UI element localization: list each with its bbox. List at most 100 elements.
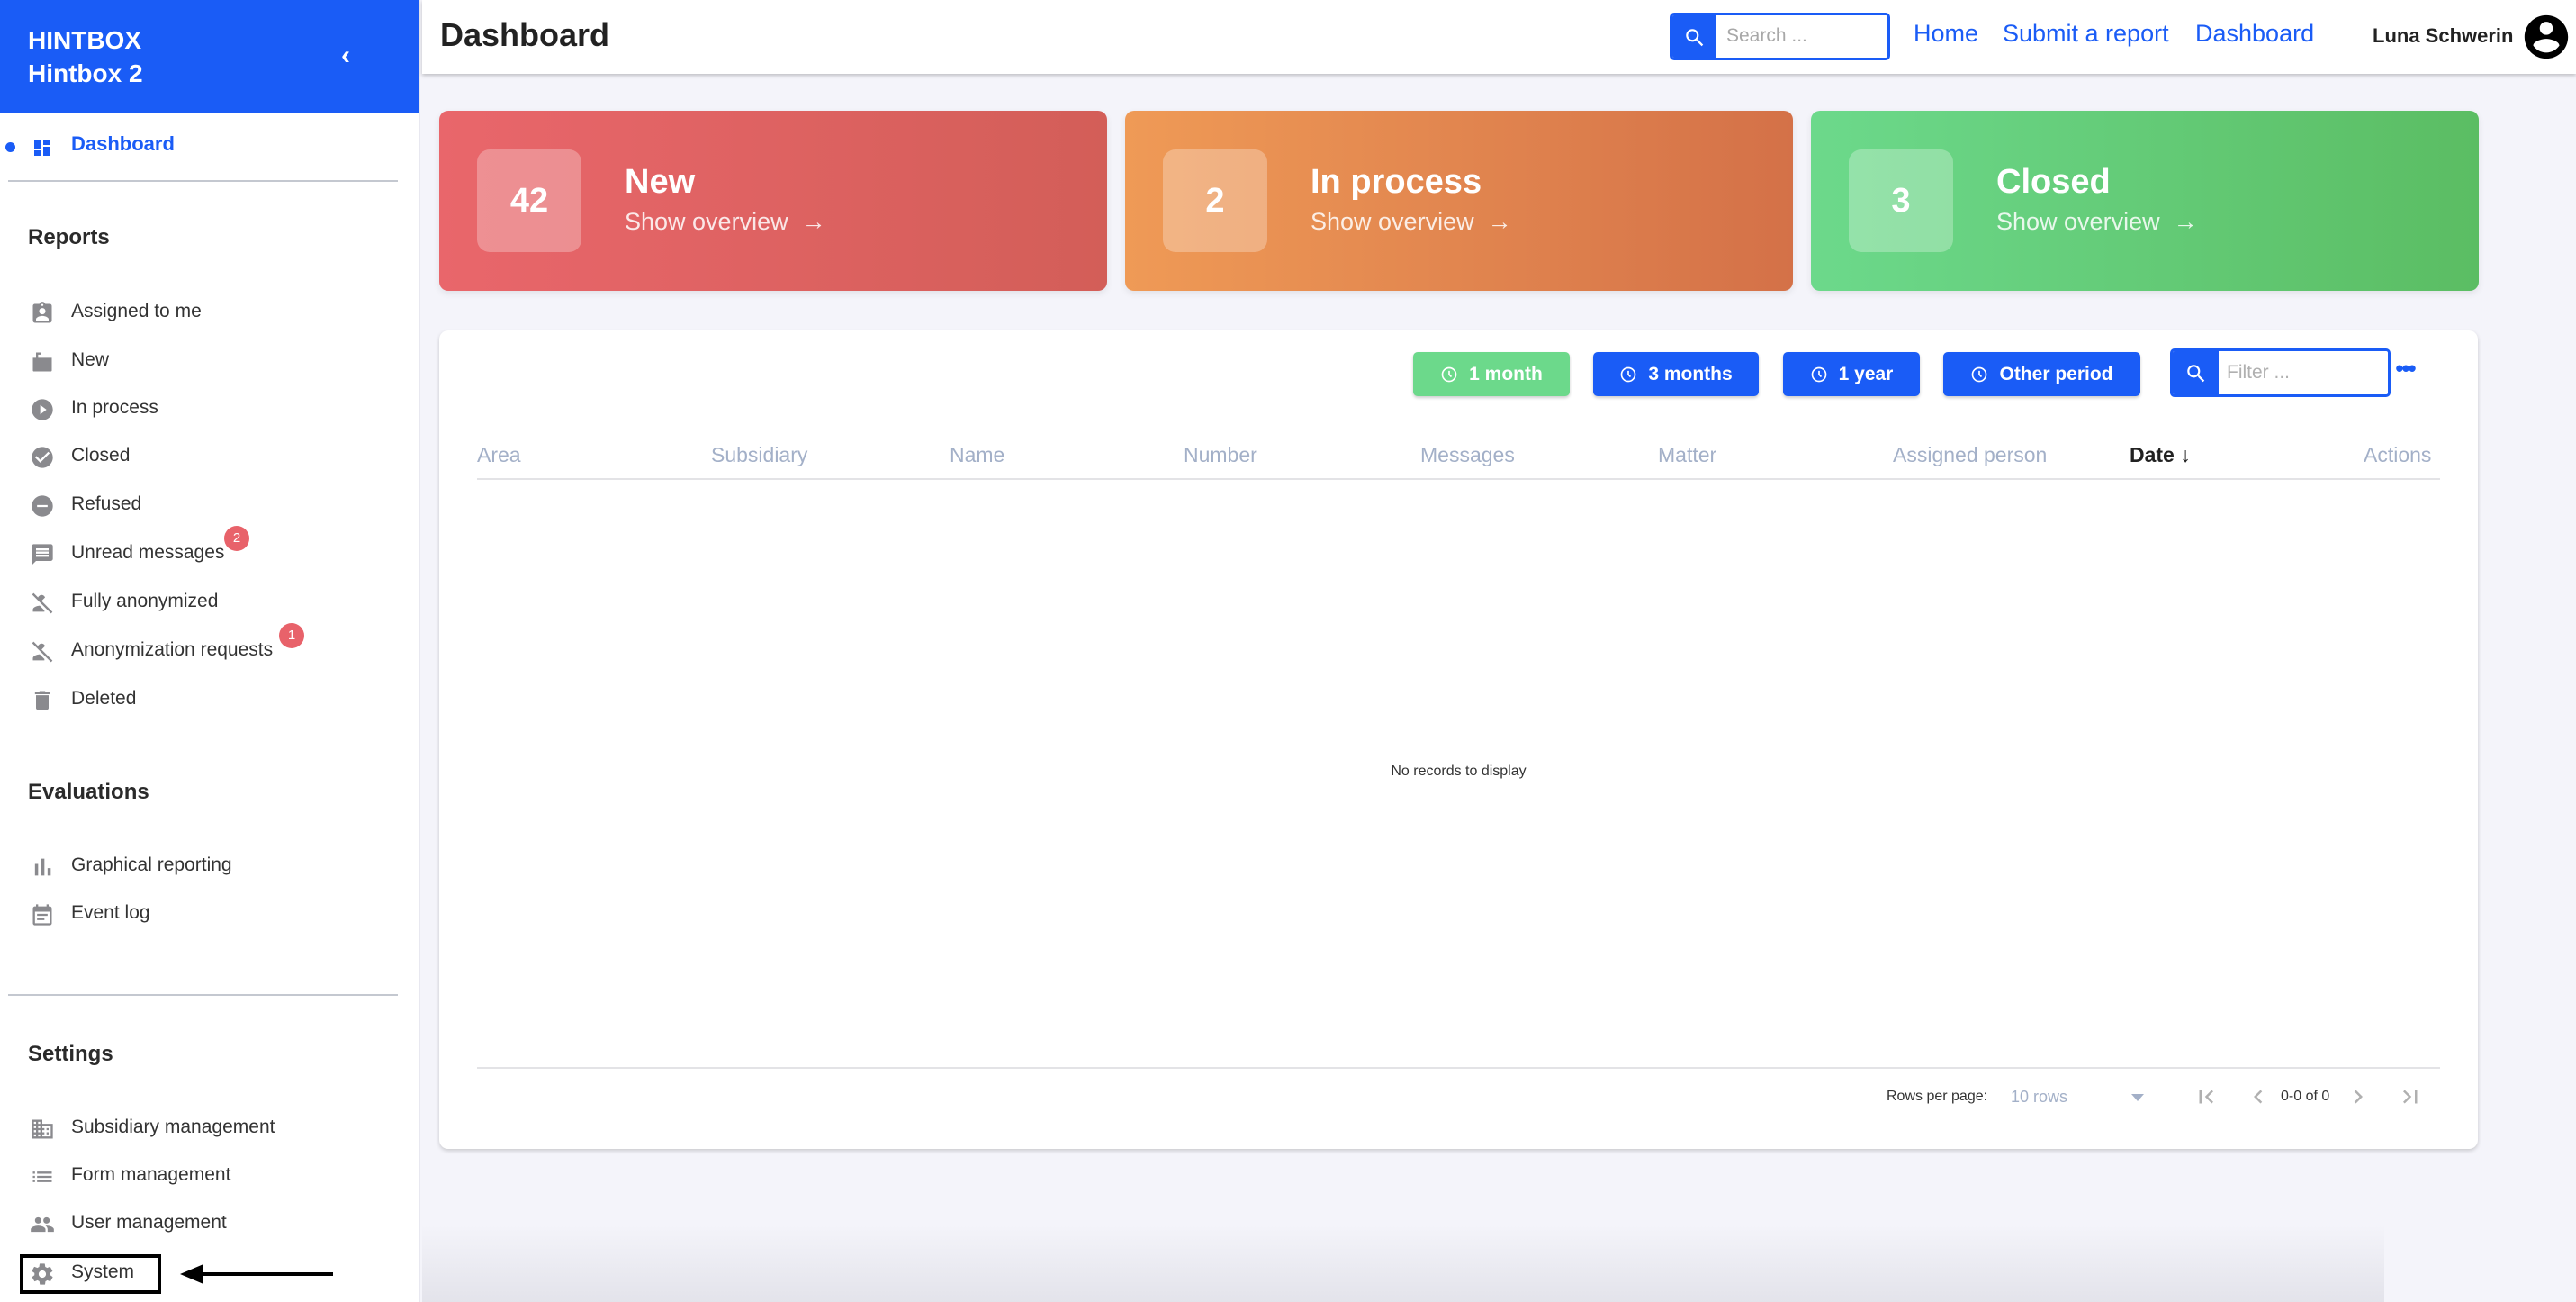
instance-name: Hintbox 2 xyxy=(28,59,143,87)
first-page-icon[interactable] xyxy=(2193,1083,2220,1110)
stat-card-closed[interactable]: 3 Closed Show overview → xyxy=(1811,111,2479,291)
next-page-icon[interactable] xyxy=(2345,1083,2372,1110)
nav-link-dashboard[interactable]: Dashboard xyxy=(2195,20,2314,48)
link-label: Show overview xyxy=(1311,208,1474,235)
clock-icon xyxy=(1972,366,1987,382)
people-icon xyxy=(31,1216,54,1233)
divider xyxy=(8,180,398,182)
sidebar-item-subsidiary-management[interactable]: Subsidiary management xyxy=(0,1106,396,1151)
search-button[interactable] xyxy=(1672,15,1716,58)
bar-chart-icon xyxy=(34,858,51,876)
previous-page-icon[interactable] xyxy=(2245,1083,2272,1110)
filter-search-button[interactable] xyxy=(2173,351,2219,394)
column-header-area[interactable]: Area xyxy=(477,443,521,467)
assignment-ind-icon xyxy=(32,302,52,323)
stat-card-in-process[interactable]: 2 In process Show overview → xyxy=(1125,111,1793,291)
sidebar-item-label: Unread messages xyxy=(71,542,225,563)
clock-icon xyxy=(1811,366,1826,382)
person-off-icon xyxy=(32,592,53,614)
column-header-messages[interactable]: Messages xyxy=(1420,443,1515,467)
sidebar-item-deleted[interactable]: Deleted xyxy=(0,677,396,722)
show-overview-link[interactable]: Show overview → xyxy=(1311,208,1512,236)
filter-input[interactable] xyxy=(2227,359,2380,386)
sidebar-item-label: Refused xyxy=(71,493,142,514)
calendar-icon xyxy=(32,904,52,926)
sidebar-item-new[interactable]: New xyxy=(0,339,396,384)
column-header-subsidiary[interactable]: Subsidiary xyxy=(711,443,807,467)
play-circle-icon xyxy=(32,399,53,420)
sidebar-item-label: User management xyxy=(71,1212,227,1233)
user-name[interactable]: Luna Schwerin xyxy=(2373,24,2513,48)
sidebar-item-refused[interactable]: Refused xyxy=(0,483,396,528)
nav-link-submit-report[interactable]: Submit a report xyxy=(2003,20,2169,48)
sidebar-item-closed[interactable]: Closed xyxy=(0,434,396,479)
sidebar-item-assigned-to-me[interactable]: Assigned to me xyxy=(0,290,396,335)
dropdown-caret-icon xyxy=(2131,1094,2144,1101)
sidebar-item-dashboard[interactable]: Dashboard xyxy=(0,113,419,180)
more-horiz-icon: ••• xyxy=(2395,355,2416,382)
last-page-icon[interactable] xyxy=(2397,1083,2424,1110)
section-title-evaluations: Evaluations xyxy=(28,780,149,804)
show-overview-link[interactable]: Show overview → xyxy=(1996,208,2198,236)
rows-per-page-select[interactable]: 10 rows xyxy=(2011,1085,2155,1110)
arrow-right-icon: → xyxy=(1487,208,1512,235)
account-circle-icon[interactable] xyxy=(2520,11,2572,63)
brand-name: HINTBOX xyxy=(28,26,141,54)
new-folder-icon xyxy=(32,352,52,372)
sidebar: HINTBOX Hintbox 2 ‹ Dashboard Reports As… xyxy=(0,0,420,1302)
table-filter[interactable] xyxy=(2170,348,2391,397)
column-header-number[interactable]: Number xyxy=(1184,443,1257,467)
new-count: 42 xyxy=(477,149,581,252)
section-title-settings: Settings xyxy=(28,1042,113,1066)
column-header-assigned-person[interactable]: Assigned person xyxy=(1893,443,2047,467)
dashboard-icon xyxy=(34,140,50,156)
anonymization-count-badge: 1 xyxy=(279,623,304,648)
link-label: Show overview xyxy=(1996,208,2160,235)
column-header-date[interactable]: Date ↓ xyxy=(2130,443,2191,467)
sidebar-item-anonymization-requests[interactable]: Anonymization requests 1 xyxy=(0,623,396,674)
search-icon xyxy=(1686,29,1704,47)
sidebar-item-in-process[interactable]: In process xyxy=(0,386,396,431)
active-indicator xyxy=(5,142,15,152)
button-label: 3 months xyxy=(1648,363,1733,384)
page-range: 0-0 of 0 xyxy=(2281,1089,2330,1104)
sidebar-item-event-log[interactable]: Event log xyxy=(0,891,396,936)
card-title: New xyxy=(625,163,696,201)
building-icon xyxy=(32,1119,53,1139)
trash-icon xyxy=(34,691,50,710)
header-divider xyxy=(477,478,2440,480)
period-button-3-months[interactable]: 3 months xyxy=(1593,352,1759,396)
column-header-matter[interactable]: Matter xyxy=(1658,443,1716,467)
nav-link-home[interactable]: Home xyxy=(1914,20,1978,48)
period-button-1-year[interactable]: 1 year xyxy=(1783,352,1920,396)
global-search[interactable] xyxy=(1670,13,1890,60)
list-icon xyxy=(32,1171,52,1182)
column-header-name[interactable]: Name xyxy=(950,443,1004,467)
period-button-1-month[interactable]: 1 month xyxy=(1413,352,1570,396)
sidebar-item-fully-anonymized[interactable]: Fully anonymized xyxy=(0,580,396,625)
sidebar-item-label: Dashboard xyxy=(71,132,175,155)
sidebar-item-graphical-reporting[interactable]: Graphical reporting xyxy=(0,844,396,889)
sidebar-item-unread-messages[interactable]: Unread messages 2 xyxy=(0,526,396,576)
more-options-button[interactable]: ••• xyxy=(2392,357,2418,381)
reports-table-panel: 1 month 3 months 1 year Other period •••… xyxy=(439,330,2478,1149)
closed-count: 3 xyxy=(1849,149,1953,252)
search-input[interactable] xyxy=(1726,23,1879,50)
sidebar-item-form-management[interactable]: Form management xyxy=(0,1153,396,1198)
footer-divider xyxy=(477,1067,2440,1069)
sidebar-item-label: Form management xyxy=(71,1164,231,1185)
arrow-right-icon: → xyxy=(801,208,826,235)
brand-header: HINTBOX Hintbox 2 ‹ xyxy=(0,0,419,113)
column-header-actions: Actions xyxy=(2364,443,2432,466)
period-button-other-period[interactable]: Other period xyxy=(1943,352,2140,396)
rows-per-page-value: 10 rows xyxy=(2011,1088,2068,1106)
highlight-box xyxy=(20,1254,161,1294)
card-title: In process xyxy=(1311,163,1482,201)
stat-card-new[interactable]: 42 New Show overview → xyxy=(439,111,1107,291)
show-overview-link[interactable]: Show overview → xyxy=(625,208,826,236)
sidebar-item-label: Event log xyxy=(71,902,150,923)
in-process-count: 2 xyxy=(1163,149,1267,252)
sidebar-item-user-management[interactable]: User management xyxy=(0,1201,396,1246)
collapse-sidebar-button[interactable]: ‹ xyxy=(332,40,359,72)
section-title-reports: Reports xyxy=(28,225,110,249)
